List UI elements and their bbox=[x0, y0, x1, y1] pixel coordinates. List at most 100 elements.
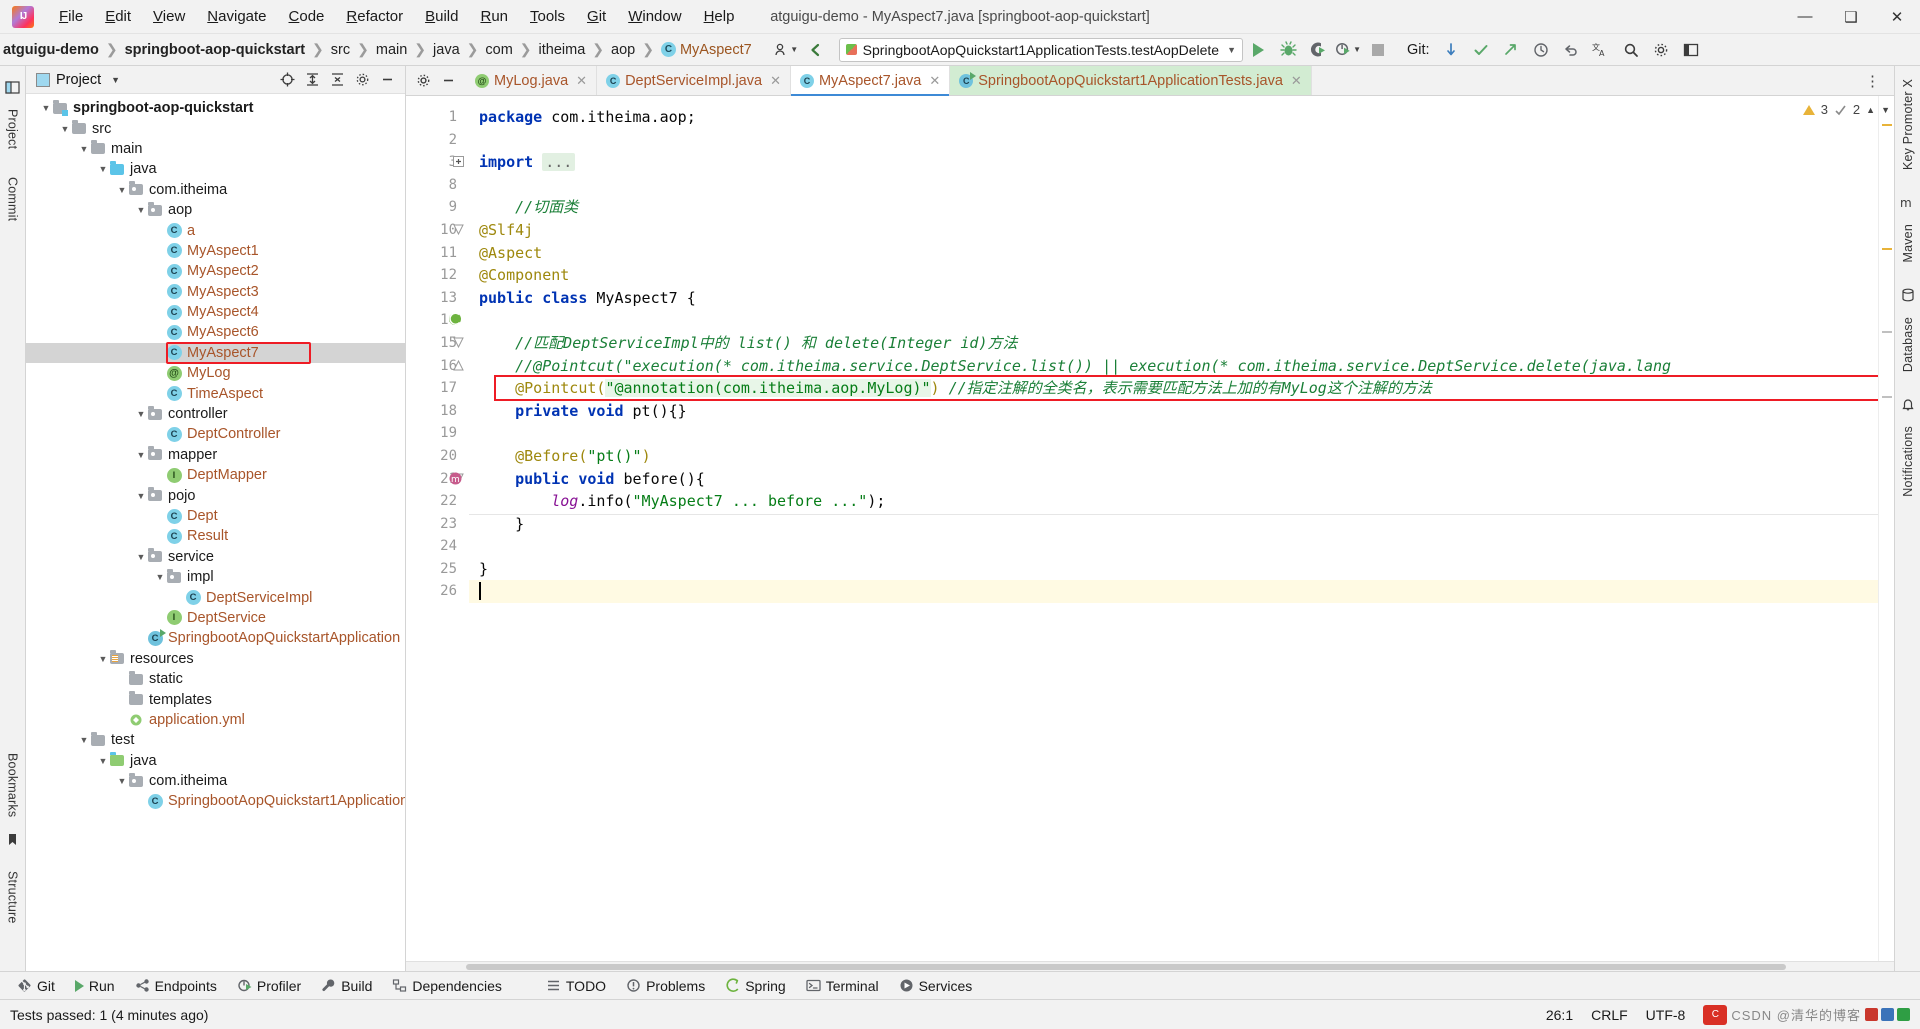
tree-node-myaspect7[interactable]: ▶CMyAspect7 bbox=[26, 342, 405, 364]
fold-marker-down[interactable] bbox=[453, 224, 465, 236]
run-button[interactable] bbox=[1245, 37, 1271, 63]
tool-window-spring[interactable]: Spring bbox=[716, 976, 794, 996]
expand-arrow-icon[interactable]: ▼ bbox=[116, 775, 128, 787]
expand-arrow-icon[interactable]: ▼ bbox=[59, 123, 71, 135]
tree-node-deptmapper[interactable]: ▶IDeptMapper bbox=[26, 465, 405, 485]
fold-marker-plus[interactable] bbox=[453, 156, 465, 168]
chevron-up-icon[interactable]: ▲ bbox=[1866, 105, 1875, 115]
menu-code[interactable]: Code bbox=[278, 4, 336, 29]
close-tab-icon[interactable]: ✕ bbox=[770, 73, 781, 89]
code-line[interactable]: @Slf4j bbox=[469, 219, 1878, 242]
tree-node-src[interactable]: ▼ src bbox=[26, 118, 405, 138]
caret-position[interactable]: 26:1 bbox=[1546, 1007, 1573, 1023]
code-line[interactable]: public class MyAspect7 { bbox=[469, 287, 1878, 310]
expand-all-icon[interactable] bbox=[305, 72, 320, 87]
editor-gutter[interactable]: 1 2 3 8 9 10 11 12 13 14 15 16 17 18 19 20 21 22 23 24 25 26 m bbox=[406, 96, 469, 961]
tool-window-run[interactable]: Run bbox=[66, 976, 124, 996]
notifications-bell-icon[interactable] bbox=[1899, 395, 1917, 413]
tree-node-springboot-aop-quickstart[interactable]: ▼ springboot-aop-quickstart bbox=[26, 98, 405, 118]
scrollbar-thumb[interactable] bbox=[466, 964, 1786, 970]
breadcrumb-item-4[interactable]: java bbox=[430, 42, 463, 58]
menu-window[interactable]: Window bbox=[617, 4, 692, 29]
code-line[interactable] bbox=[469, 580, 1878, 604]
code-line[interactable]: @Component bbox=[469, 264, 1878, 287]
expand-arrow-icon[interactable]: ▼ bbox=[97, 755, 109, 767]
inspection-widget[interactable]: 3 2 ▲ ▼ bbox=[1802, 102, 1890, 117]
tree-node-impl[interactable]: ▼ impl bbox=[26, 567, 405, 587]
tree-node-a[interactable]: ▶Ca bbox=[26, 220, 405, 240]
right-tab-maven[interactable]: Maven bbox=[1898, 217, 1918, 270]
menu-help[interactable]: Help bbox=[693, 4, 746, 29]
editor-tab-tests[interactable]: C SpringbootAopQuickstart1ApplicationTes… bbox=[950, 66, 1312, 95]
tree-node-java[interactable]: ▼ java bbox=[26, 751, 405, 771]
tree-node-resources[interactable]: ▼ resources bbox=[26, 649, 405, 669]
code-line[interactable]: private void pt(){} bbox=[469, 400, 1878, 423]
tool-window-terminal[interactable]: Terminal bbox=[797, 976, 888, 996]
menu-run[interactable]: Run bbox=[469, 4, 519, 29]
layout-icon[interactable] bbox=[1678, 37, 1704, 63]
project-settings-gear-icon[interactable] bbox=[355, 72, 370, 87]
breadcrumb-item-8[interactable]: C MyAspect7 bbox=[658, 42, 755, 58]
tree-node-mylog[interactable]: ▶@MyLog bbox=[26, 363, 405, 383]
run-with-coverage-button[interactable] bbox=[1305, 37, 1331, 63]
left-tab-project[interactable]: Project bbox=[3, 102, 23, 156]
close-tab-icon[interactable]: ✕ bbox=[929, 73, 940, 89]
tool-window-problems[interactable]: Problems bbox=[617, 976, 714, 996]
hide-editor-icon[interactable] bbox=[441, 73, 456, 88]
tool-window-services[interactable]: Services bbox=[890, 976, 982, 996]
breadcrumb-item-5[interactable]: com bbox=[482, 42, 515, 58]
weak-warning-marker[interactable] bbox=[1882, 396, 1892, 398]
editor-tabs-overflow-icon[interactable]: ⋮ bbox=[1853, 66, 1894, 95]
menu-git[interactable]: Git bbox=[576, 4, 617, 29]
tree-node-myaspect6[interactable]: ▶CMyAspect6 bbox=[26, 322, 405, 342]
tool-window-profiler[interactable]: Profiler bbox=[228, 976, 310, 996]
close-button[interactable]: ✕ bbox=[1874, 0, 1920, 34]
menu-refactor[interactable]: Refactor bbox=[335, 4, 414, 29]
tool-window-endpoints[interactable]: Endpoints bbox=[126, 976, 226, 996]
code-line[interactable]: @Before("pt()") bbox=[469, 445, 1878, 468]
tree-node-controller[interactable]: ▼ controller bbox=[26, 404, 405, 424]
code-line[interactable] bbox=[469, 422, 1878, 445]
tree-node-service[interactable]: ▼ service bbox=[26, 547, 405, 567]
scroll-from-source-icon[interactable] bbox=[280, 72, 295, 87]
stop-button[interactable] bbox=[1365, 37, 1391, 63]
tree-node-myaspect4[interactable]: ▶CMyAspect4 bbox=[26, 302, 405, 322]
left-tab-commit[interactable]: Commit bbox=[3, 170, 23, 228]
code-line[interactable]: @Pointcut("@annotation(com.itheima.aop.M… bbox=[469, 377, 1878, 400]
breadcrumb-item-2[interactable]: src bbox=[328, 42, 353, 58]
project-panel-toggle-icon[interactable] bbox=[4, 78, 22, 96]
chevron-down-icon[interactable]: ▼ bbox=[111, 75, 120, 85]
code-line[interactable]: //@Pointcut("execution(* com.itheima.ser… bbox=[469, 355, 1878, 378]
breadcrumb[interactable]: atguigu-demo ❯ springboot-aop-quickstart… bbox=[0, 34, 755, 65]
expand-arrow-icon[interactable]: ▼ bbox=[135, 551, 147, 563]
editor-horizontal-scrollbar[interactable] bbox=[406, 961, 1894, 971]
tree-node-static[interactable]: ▶static bbox=[26, 669, 405, 689]
tree-node-springbootaopquickstartapplication[interactable]: ▶CSpringbootAopQuickstartApplication bbox=[26, 628, 405, 648]
expand-arrow-icon[interactable]: ▼ bbox=[135, 490, 147, 502]
expand-arrow-icon[interactable]: ▼ bbox=[78, 143, 90, 155]
settings-gear-icon[interactable] bbox=[1648, 37, 1674, 63]
code-line[interactable] bbox=[469, 174, 1878, 197]
breadcrumb-item-6[interactable]: itheima bbox=[536, 42, 589, 58]
expand-arrow-icon[interactable]: ▼ bbox=[135, 408, 147, 420]
git-push-icon[interactable] bbox=[1498, 37, 1524, 63]
menu-build[interactable]: Build bbox=[414, 4, 469, 29]
breadcrumb-item-7[interactable]: aop bbox=[608, 42, 638, 58]
database-icon[interactable] bbox=[1899, 286, 1917, 304]
code-line[interactable]: } bbox=[469, 513, 1878, 536]
bookmarks-icon[interactable] bbox=[4, 830, 22, 848]
menu-edit[interactable]: Edit bbox=[94, 4, 142, 29]
expand-arrow-icon[interactable]: ▼ bbox=[154, 571, 166, 583]
tree-node-application-yml[interactable]: ▶application.yml bbox=[26, 710, 405, 730]
right-tab-key-promoter[interactable]: Key Promoter X bbox=[1898, 72, 1918, 177]
maven-icon[interactable]: m bbox=[1899, 193, 1917, 211]
file-encoding[interactable]: UTF-8 bbox=[1646, 1007, 1686, 1023]
close-tab-icon[interactable]: ✕ bbox=[576, 73, 587, 89]
expand-arrow-icon[interactable]: ▼ bbox=[135, 449, 147, 461]
undo-icon[interactable] bbox=[1558, 37, 1584, 63]
run-configuration-selector[interactable]: SpringbootAopQuickstart1ApplicationTests… bbox=[838, 37, 1244, 62]
right-tab-database[interactable]: Database bbox=[1898, 310, 1918, 379]
code-line[interactable] bbox=[469, 309, 1878, 332]
right-tab-notifications[interactable]: Notifications bbox=[1898, 419, 1918, 504]
line-separator[interactable]: CRLF bbox=[1591, 1007, 1628, 1023]
